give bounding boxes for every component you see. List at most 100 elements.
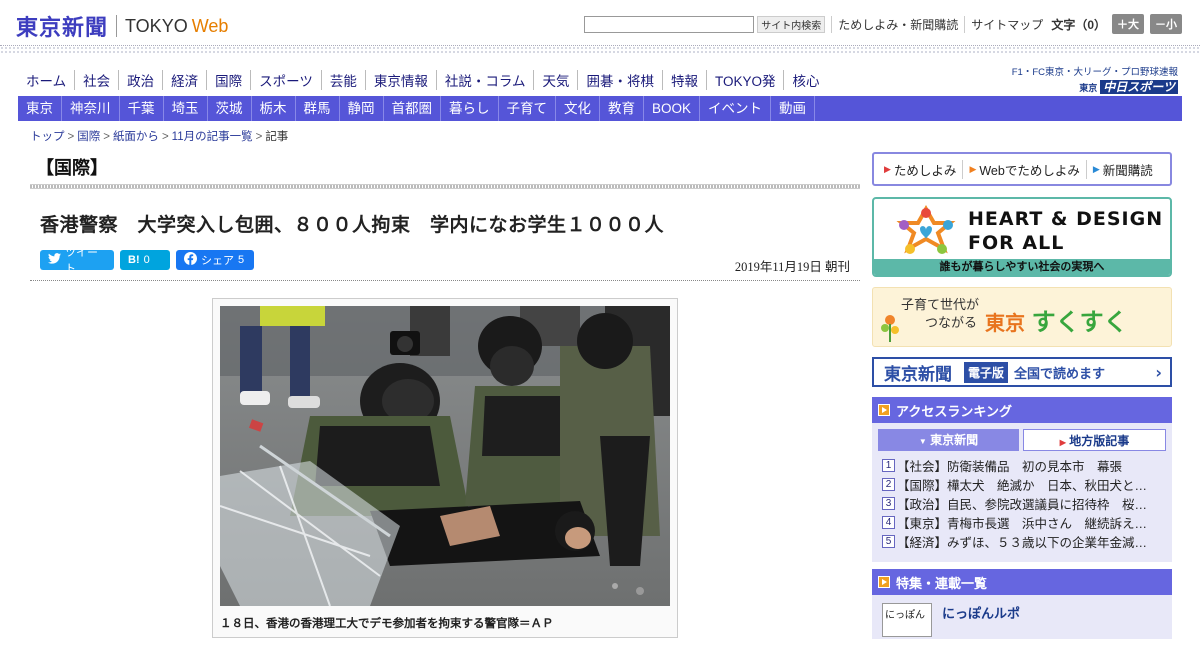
ranking-list: 1 【社会】防衛装備品 初の見本市 幕張 2 【国際】樺太犬 絶滅か 日本、秋田犬と… [872,451,1172,551]
chunichi-sports-link[interactable]: F1・FC東京・大リーグ・プロ野球速報 東京 中日スポーツ [1012,64,1178,95]
nav-region-chiba[interactable]: 千葉 [120,96,164,121]
nav-politics[interactable]: 政治 [119,70,164,90]
nav-region-gunma[interactable]: 群馬 [296,96,340,121]
nav-kakushin[interactable]: 核心 [784,70,827,90]
nav-sports[interactable]: スポーツ [251,70,322,90]
breadcrumb-print[interactable]: 紙面から [113,131,159,143]
breadcrumb-top[interactable]: トップ [30,131,65,143]
tab-tokyo-shimbun[interactable]: ▼ 東京新聞 [878,429,1019,451]
nav-economy[interactable]: 経済 [163,70,208,90]
ranking-item[interactable]: 2 【国際】樺太犬 絶滅か 日本、秋田犬と… [882,475,1162,494]
web-trial-link[interactable]: ▶ Webでためしよみ [963,159,1087,179]
nav-education[interactable]: 教育 [600,96,644,121]
hatena-label: B! [128,254,140,266]
breadcrumb-november[interactable]: 11月の記事一覧 [172,131,253,143]
breadcrumb-international[interactable]: 国際 [77,131,100,143]
site-logo[interactable]: 東京新聞 TOKYO Web [16,10,228,42]
nav-region-kanagawa[interactable]: 神奈川 [62,96,120,121]
heart-design-subtitle: 誰もが暮らしやすい社会の実現へ [874,259,1170,275]
nav-go-shogi[interactable]: 囲碁・将棋 [578,70,663,90]
subscribe-label: 新聞購読 [1102,163,1153,178]
ranking-item[interactable]: 3 【政治】自民、参院改選議員に招待枠 桜… [882,494,1162,513]
trial-read-link[interactable]: ▶ ためしよみ [878,159,964,179]
nav-editorial[interactable]: 社説・コラム [437,70,535,90]
ranking-item[interactable]: 4 【東京】青梅市長選 浜中さん 継続訴え… [882,513,1162,532]
nav-tokuho[interactable]: 特報 [663,70,707,90]
nav-international[interactable]: 国際 [207,70,252,90]
tweet-label: ツイート [65,247,98,275]
series-thumbnail: にっぽん [882,603,932,637]
nav-region-shizuoka[interactable]: 静岡 [340,96,384,121]
sukusuku-tagline: 子育て世代が つながる [901,296,979,332]
heart-design-line2: FOR ALL [968,232,1065,254]
trial-subscribe-link[interactable]: ためしよみ・新聞購読 [831,15,958,33]
heart-design-banner[interactable]: HEART & DESIGN FOR ALL 誰もが暮らしやすい社会の実現へ [872,197,1172,277]
nav-region-tochigi[interactable]: 栃木 [252,96,296,121]
sitemap-link[interactable]: サイトマップ [964,15,1043,33]
web-trial-label: Webでためしよみ [979,163,1080,178]
rank-number: 4 [882,516,895,529]
font-smaller-button[interactable]: －小 [1150,14,1182,34]
nav-life[interactable]: 暮らし [441,96,499,121]
access-ranking-header: アクセスランキング [872,397,1172,423]
nav-weather[interactable]: 天気 [534,70,579,90]
nav-event[interactable]: イベント [700,96,772,121]
site-search-input[interactable] [584,15,755,33]
font-size-label: 文字（0） [1051,17,1106,32]
digital-edition-text: 全国で読めます [1014,365,1106,381]
nav-parenting[interactable]: 子育て [499,96,556,121]
trial-read-label: ためしよみ [893,163,957,178]
nav-region-saitama[interactable]: 埼玉 [164,96,208,121]
breadcrumb: トップ > 国際 > 紙面から >11月の記事一覧 > 記事 [30,131,289,143]
play-square-icon [878,404,890,416]
subscription-links: ▶ ためしよみ ▶ Webでためしよみ ▶ 新聞購読 [872,152,1172,186]
nav-book[interactable]: BOOK [644,96,701,121]
chunichi-name: 中日スポーツ [1100,80,1178,94]
nav-tokyo-info[interactable]: 東京情報 [366,70,437,90]
facebook-share-label: シェア [201,255,234,267]
font-bigger-button[interactable]: ＋大 [1112,14,1144,34]
ranking-tabs: ▼ 東京新聞 ▶ 地方版記事 [872,423,1172,451]
article-headline: 香港警察 大学突入し包囲、８００人拘束 学内になお学生１０００人 [40,215,665,236]
tab-regional[interactable]: ▶ 地方版記事 [1023,429,1166,451]
logo-tokyo: TOKYO [125,15,188,36]
facebook-share-button[interactable]: シェア 5 [176,250,254,270]
section-title: 【国際】 [36,158,108,178]
hatena-bookmark-button[interactable]: B! 0 [120,250,170,270]
ranking-item[interactable]: 5 【経済】みずほ、５３歳以下の企業年金減… [882,532,1162,551]
breadcrumb-current: 記事 [265,131,289,143]
site-search-button[interactable]: サイト内検索 [757,15,826,33]
triangle-right-icon: ▶ [1092,163,1100,174]
rank-title: 【政治】自民、参院改選議員に招待枠 桜… [897,498,1148,512]
nav-culture[interactable]: 文化 [556,96,600,121]
tab-tokyo-shimbun-label: 東京新聞 [930,433,979,447]
tweet-button[interactable]: ツイート [40,247,114,275]
site-header: 東京新聞 TOKYO Web サイト内検索 ためしよみ・新聞購読 サイトマップ … [0,0,1200,46]
nav-region-shutoken[interactable]: 首都圏 [384,96,441,121]
subscribe-link[interactable]: ▶ 新聞購読 [1087,160,1159,179]
tokyo-sukusuku-banner[interactable]: 子育て世代が つながる 東京 すくすく [872,287,1172,347]
article-photo[interactable] [220,306,670,606]
chunichi-sports-tagline: F1・FC東京・大リーグ・プロ野球速報 [1011,67,1178,78]
rank-number: 3 [882,497,895,510]
nav-entertainment[interactable]: 芸能 [322,70,366,90]
nav-video[interactable]: 動画 [771,96,816,121]
digital-edition-banner[interactable]: 東京新聞 電子版 全国で読めます › [872,357,1172,387]
twitter-bird-icon [48,253,61,267]
police-arrest-photo [220,306,670,606]
hatena-count: 0 [143,254,150,266]
nav-home[interactable]: ホーム [18,70,76,90]
nav-tokyo-hatsu[interactable]: TOKYO発 [707,70,785,90]
logo-web: Web [191,15,229,36]
nav-region-tokyo[interactable]: 東京 [18,96,62,121]
flower-icon [881,315,899,342]
series-item[interactable]: にっぽん にっぽんルポ [872,595,1172,645]
sukusuku-tokyo: 東京 [985,313,1025,335]
triangle-right-icon: ▶ [969,163,977,174]
nav-region-ibaraki[interactable]: 茨城 [208,96,252,121]
nav-society[interactable]: 社会 [75,70,120,90]
heart-design-logo-icon [896,205,956,254]
rank-number: 1 [882,459,895,472]
article-date: 2019年11月19日 朝刊 [734,260,850,274]
ranking-item[interactable]: 1 【社会】防衛装備品 初の見本市 幕張 [882,456,1162,475]
